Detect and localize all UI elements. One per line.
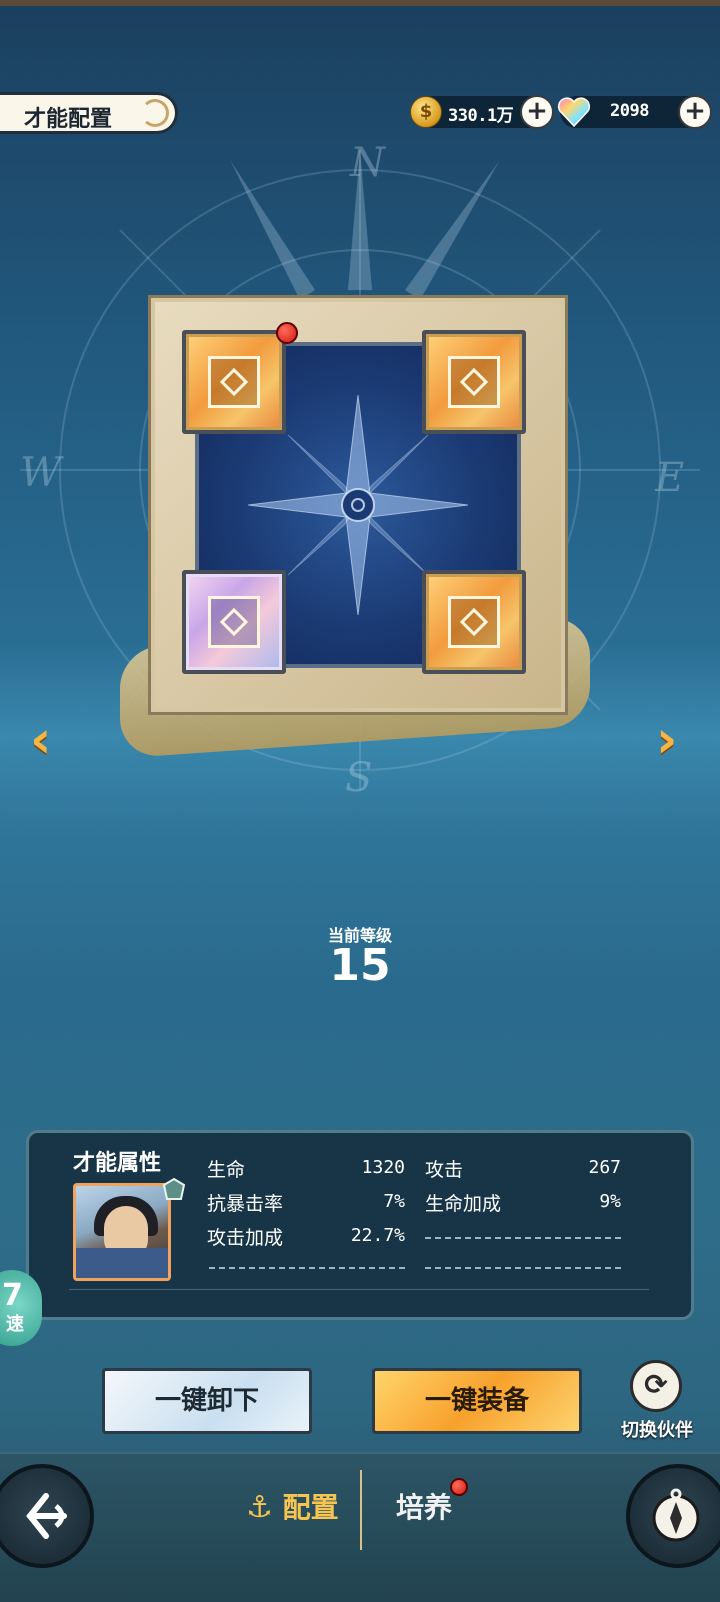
talent-emblem-icon — [448, 356, 500, 408]
attr-value: 22.7% — [350, 1225, 405, 1246]
attr-name: 生命加成 — [425, 1193, 502, 1215]
speed-number: 7 — [2, 1278, 23, 1313]
compass-east-letter: E — [655, 455, 685, 501]
speed-boost-float[interactable]: 7 速 — [0, 1270, 42, 1346]
talent-slot-bottom-left[interactable] — [182, 570, 286, 674]
empty-attr-divider — [425, 1267, 621, 1269]
add-gem-button[interactable]: + — [678, 95, 712, 129]
attr-name: 生命 — [207, 1159, 246, 1181]
talent-emblem-icon — [448, 596, 500, 648]
gem-currency: 2098 + — [557, 95, 712, 129]
current-level-value: 15 — [329, 940, 391, 991]
back-anchor-button[interactable] — [0, 1464, 94, 1568]
attributes-title: 才能属性 — [73, 1151, 162, 1176]
tab-train[interactable]: 培养 — [396, 1486, 452, 1526]
switch-partner-label: 切换伙伴 — [621, 1420, 693, 1441]
attr-name: 抗暴击率 — [207, 1193, 284, 1215]
talent-emblem-icon — [208, 596, 260, 648]
talent-attributes-panel: 才能属性 生命 1320 攻击 267 抗暴击率 7% 生命加成 9% 攻击加成… — [26, 1130, 694, 1320]
talent-emblem-icon — [208, 356, 260, 408]
speed-label: 速 — [6, 1314, 24, 1335]
attr-value: 267 — [588, 1157, 621, 1178]
tab-config[interactable]: ⚓ 配置 — [246, 1486, 339, 1526]
equip-all-button[interactable]: 一键装备 — [372, 1368, 582, 1434]
compass-north-letter: N — [350, 140, 385, 186]
page-title: 才能配置 — [24, 107, 113, 132]
add-gold-button[interactable]: + — [520, 95, 554, 129]
attr-name: 攻击加成 — [207, 1227, 284, 1249]
panel-divider — [69, 1289, 649, 1290]
compass-west-letter: W — [20, 450, 62, 496]
gold-value: 330.1万 — [448, 106, 514, 126]
gem-value: 2098 — [610, 101, 649, 121]
gold-coin-icon: $ — [410, 96, 442, 128]
prev-page-arrow-icon[interactable]: ‹ — [30, 710, 70, 770]
compass-south-letter: S — [345, 755, 373, 801]
status-strip — [0, 0, 720, 6]
next-page-arrow-icon[interactable]: › — [656, 710, 696, 770]
empty-attr-divider — [425, 1237, 621, 1239]
tab-train-label: 培养 — [396, 1491, 453, 1524]
talent-slot-top-right[interactable] — [422, 330, 526, 434]
attr-value: 7% — [383, 1191, 405, 1212]
empty-attr-divider — [209, 1267, 405, 1269]
alert-dot-icon — [276, 322, 298, 344]
partner-avatar[interactable] — [73, 1183, 171, 1281]
unload-all-button[interactable]: 一键卸下 — [102, 1368, 312, 1434]
rainbow-heart-gem-icon — [557, 97, 591, 128]
anchor-back-icon — [26, 1493, 67, 1539]
tab-separator — [360, 1470, 362, 1550]
swirl-ornament-icon — [141, 99, 169, 127]
anchor-icon: ⚓ — [246, 1490, 273, 1525]
talent-slot-top-left[interactable] — [182, 330, 286, 434]
page-title-badge: 才能配置 — [0, 92, 178, 134]
rank-emblem-icon — [162, 1177, 186, 1200]
refresh-cycle-icon: ⟳ — [630, 1360, 682, 1412]
attr-value: 1320 — [361, 1157, 405, 1178]
gold-currency: $ 330.1万 + — [410, 95, 554, 129]
switch-partner-button[interactable]: ⟳ 切换伙伴 — [612, 1360, 702, 1450]
talent-slot-bottom-right[interactable] — [422, 570, 526, 674]
attr-name: 攻击 — [425, 1159, 464, 1181]
train-alert-dot-icon — [450, 1478, 468, 1496]
compass-icon — [652, 1488, 700, 1542]
compass-menu-button[interactable] — [626, 1464, 720, 1568]
attr-value: 9% — [599, 1191, 621, 1212]
tab-config-label: 配置 — [282, 1491, 339, 1524]
